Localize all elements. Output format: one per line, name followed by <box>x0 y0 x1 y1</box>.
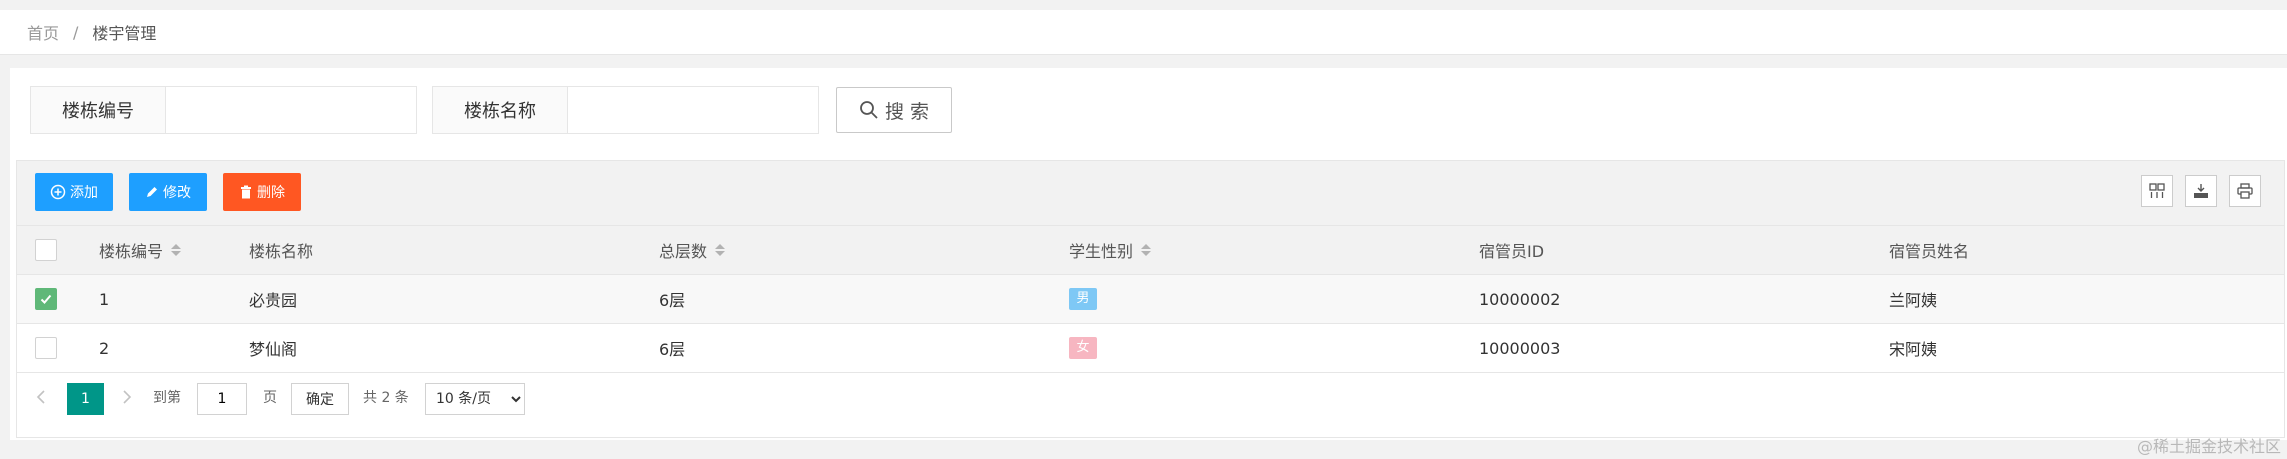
cell-manager-id: 10000003 <box>1479 338 1561 358</box>
edit-button[interactable]: 修改 <box>129 173 207 211</box>
breadcrumb-home[interactable]: 首页 <box>27 20 59 44</box>
cell-gender: 女 <box>1069 324 1097 372</box>
sort-icon[interactable] <box>715 244 726 256</box>
building-name-field: 楼栋名称 <box>432 86 819 134</box>
add-button[interactable]: 添加 <box>35 173 113 211</box>
pencil-icon <box>147 187 157 197</box>
header-gender[interactable]: 学生性别 <box>1069 226 1152 274</box>
prev-page-icon[interactable] <box>35 373 47 421</box>
sort-icon[interactable] <box>171 244 182 256</box>
cell-building-name: 必贵园 <box>249 291 298 310</box>
cell-building-id: 2 <box>99 338 110 358</box>
add-circle-icon <box>50 184 66 200</box>
goto-page-input[interactable] <box>197 383 247 415</box>
cell-building-id: 1 <box>99 289 110 309</box>
content-card: 楼栋编号 楼栋名称 搜 索 添加 修改 删除 楼栋编号 楼栋名称 总层数 学生性… <box>10 68 2287 440</box>
cell-floors: 6层 <box>659 340 686 359</box>
select-all-checkbox[interactable] <box>35 239 57 261</box>
breadcrumb-current: 楼宇管理 <box>92 24 157 43</box>
search-icon <box>860 101 878 119</box>
cell-gender: 男 <box>1069 275 1097 323</box>
header-manager-id: 宿管员ID <box>1479 242 1545 261</box>
search-button[interactable]: 搜 索 <box>836 87 952 133</box>
current-page-button[interactable]: 1 <box>67 383 104 415</box>
building-id-field: 楼栋编号 <box>30 86 417 134</box>
table-row[interactable]: 1 必贵园 6层 男 10000002 兰阿姨 <box>17 275 2284 324</box>
edit-button-label: 修改 <box>163 185 191 201</box>
delete-button[interactable]: 删除 <box>223 173 301 211</box>
building-id-label: 楼栋编号 <box>31 87 166 133</box>
trash-icon <box>241 185 251 199</box>
building-name-label: 楼栋名称 <box>433 87 568 133</box>
export-icon[interactable] <box>2185 175 2217 207</box>
building-name-input[interactable] <box>568 87 818 131</box>
table-header: 楼栋编号 楼栋名称 总层数 学生性别 宿管员ID 宿管员姓名 <box>17 226 2284 275</box>
breadcrumb-separator: / <box>73 22 79 42</box>
search-button-label: 搜 索 <box>884 100 930 123</box>
data-table: 添加 修改 删除 楼栋编号 楼栋名称 总层数 学生性别 宿管员ID 宿管员姓名 … <box>16 160 2285 438</box>
header-floors[interactable]: 总层数 <box>659 226 726 274</box>
confirm-button[interactable]: 确定 <box>291 383 349 415</box>
next-page-icon[interactable] <box>121 373 133 421</box>
gender-badge: 男 <box>1069 288 1097 310</box>
building-id-input[interactable] <box>166 87 416 131</box>
gender-badge: 女 <box>1069 337 1097 359</box>
row-checkbox[interactable] <box>35 288 57 310</box>
row-checkbox[interactable] <box>35 337 57 359</box>
cell-manager-name: 宋阿姨 <box>1889 340 1938 359</box>
cell-manager-name: 兰阿姨 <box>1889 291 1938 310</box>
table-toolbar: 添加 修改 删除 <box>17 161 2284 226</box>
add-button-label: 添加 <box>70 185 98 201</box>
pagination: 1 到第 页 确定 共 2 条 10 条/页 <box>17 373 2284 421</box>
page-unit-label: 页 <box>263 390 277 406</box>
cell-building-name: 梦仙阁 <box>249 340 298 359</box>
sort-icon[interactable] <box>1141 244 1152 256</box>
header-manager-name: 宿管员姓名 <box>1889 242 1970 261</box>
header-building-name: 楼栋名称 <box>249 242 314 261</box>
total-count: 共 2 条 <box>363 390 409 406</box>
check-icon <box>40 294 52 304</box>
table-row[interactable]: 2 梦仙阁 6层 女 10000003 宋阿姨 <box>17 324 2284 373</box>
breadcrumb: 首页 / 楼宇管理 <box>0 10 2287 55</box>
columns-icon[interactable] <box>2141 175 2173 207</box>
header-building-id[interactable]: 楼栋编号 <box>99 226 182 274</box>
cell-manager-id: 10000002 <box>1479 289 1561 309</box>
cell-floors: 6层 <box>659 291 686 310</box>
page-size-select[interactable]: 10 条/页 <box>425 383 525 415</box>
watermark: @稀土掘金技术社区 <box>2136 437 2281 456</box>
print-icon[interactable] <box>2229 175 2261 207</box>
goto-label: 到第 <box>153 390 181 406</box>
delete-button-label: 删除 <box>257 185 285 201</box>
